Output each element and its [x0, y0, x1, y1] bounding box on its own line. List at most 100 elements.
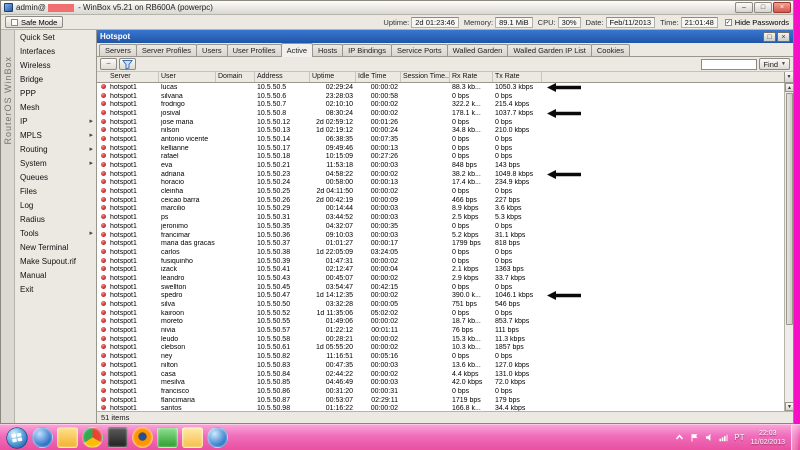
browser-icon[interactable]: [82, 427, 103, 448]
tab-ip-bindings[interactable]: IP Bindings: [342, 44, 392, 56]
table-row[interactable]: hotspot1 carlos 10.5.50.38 1d 22:05:09 03:24…: [97, 248, 784, 257]
vertical-scrollbar[interactable]: ▲ ▼: [784, 83, 794, 411]
messenger-icon[interactable]: [157, 427, 178, 448]
find-dropdown[interactable]: Find ▼: [759, 58, 790, 70]
table-row[interactable]: hotspot1 moreto 10.5.50.55 01:49:06 00:00:02…: [97, 318, 784, 327]
table-row[interactable]: hotspot1 jeronimo 10.5.50.35 04:32:07 00:00:…: [97, 222, 784, 231]
table-row[interactable]: hotspot1 casa 10.5.50.84 02:44:22 00:00:02 4.…: [97, 370, 784, 379]
remove-button[interactable]: −: [100, 58, 117, 70]
column-select-button[interactable]: ▼: [784, 72, 793, 82]
network-icon[interactable]: [719, 433, 729, 443]
sidebar-item-bridge[interactable]: Bridge: [15, 73, 96, 87]
table-row[interactable]: hotspot1 maria das gracas 10.5.50.37 01:01:…: [97, 239, 784, 248]
show-hidden-icons-arrow[interactable]: [674, 433, 684, 443]
console-icon[interactable]: [107, 427, 128, 448]
table-row[interactable]: hotspot1 leudo 10.5.50.58 00:28:21 00:00:02 1…: [97, 335, 784, 344]
table-row[interactable]: hotspot1 fusiquinho 10.5.50.39 01:47:31 00:0…: [97, 257, 784, 266]
table-row[interactable]: hotspot1 clebson 10.5.50.61 1d 05:55:20 00:0…: [97, 344, 784, 353]
table-row[interactable]: hotspot1 silva 10.5.50.50 03:32:28 00:00:05 7…: [97, 300, 784, 309]
column-header-user[interactable]: User: [159, 72, 216, 82]
sidebar-item-quick-set[interactable]: Quick Set: [15, 31, 96, 45]
maximize-button[interactable]: □: [754, 2, 772, 13]
sidebar-item-mpls[interactable]: MPLS ▸: [15, 129, 96, 143]
volume-icon[interactable]: [704, 433, 714, 443]
language-indicator[interactable]: PT: [734, 433, 744, 442]
action-center-icon[interactable]: [689, 433, 699, 443]
sidebar-item-mesh[interactable]: Mesh: [15, 101, 96, 115]
table-row[interactable]: hotspot1 frodrigo 10.5.50.7 02:10:10 00:00:0…: [97, 100, 784, 109]
safe-mode-checkbox[interactable]: [11, 18, 18, 26]
table-row[interactable]: hotspot1 francimar 10.5.50.36 09:10:03 00:00…: [97, 231, 784, 240]
sidebar-item-system[interactable]: System ▸: [15, 157, 96, 171]
table-row[interactable]: hotspot1 jose maria 10.5.50.12 2d 02:59:12 0…: [97, 118, 784, 127]
table-row[interactable]: hotspot1 nilton 10.5.50.83 00:47:35 00:00:03…: [97, 361, 784, 370]
sidebar-item-new-terminal[interactable]: New Terminal: [15, 241, 96, 255]
table-row[interactable]: hotspot1 nilson 10.5.50.13 1d 02:19:12 00:00…: [97, 126, 784, 135]
table-row[interactable]: hotspot1 mesilva 10.5.50.85 04:46:49 00:00:0…: [97, 378, 784, 387]
column-header-idle-time[interactable]: Idle Time: [356, 72, 401, 82]
table-row[interactable]: hotspot1 eva 10.5.50.21 11:53:18 00:00:03 848…: [97, 161, 784, 170]
sidebar-item-make-supout-rif[interactable]: Make Supout.rif: [15, 255, 96, 269]
documents-folder-icon[interactable]: [182, 427, 203, 448]
tab-service-ports[interactable]: Service Ports: [390, 44, 448, 56]
table-row[interactable]: hotspot1 silvana 10.5.50.6 23:28:03 00:00:58…: [97, 92, 784, 101]
close-button[interactable]: ×: [773, 2, 791, 13]
table-row[interactable]: hotspot1 francisco 10.5.50.86 00:31:20 00:00…: [97, 387, 784, 396]
column-header-domain[interactable]: Domain: [216, 72, 255, 82]
firefox-icon[interactable]: [132, 427, 153, 448]
table-row[interactable]: hotspot1 spedro 10.5.50.47 1d 14:12:35 00:00…: [97, 291, 784, 301]
folder-icon[interactable]: [57, 427, 78, 448]
tab-walled-garden[interactable]: Walled Garden: [446, 44, 509, 56]
tab-cookies[interactable]: Cookies: [590, 44, 630, 56]
column-header-session-time[interactable]: Session Time...: [401, 72, 450, 82]
sidebar-item-queues[interactable]: Queues: [15, 171, 96, 185]
hide-passwords-checkbox[interactable]: ✓: [724, 18, 732, 26]
scroll-up-arrow[interactable]: ▲: [785, 83, 794, 92]
table-row[interactable]: hotspot1 rafael 10.5.50.18 10:15:09 00:27:26…: [97, 153, 784, 162]
window-titlebar[interactable]: admin@ - WinBox v5.21 on RB600A (powerpc…: [1, 1, 793, 15]
minimize-button[interactable]: –: [735, 2, 753, 13]
table-row[interactable]: hotspot1 izack 10.5.50.41 02:12:47 00:00:04 2…: [97, 265, 784, 274]
table-row[interactable]: hotspot1 ps 10.5.50.31 03:44:52 00:00:03 2.5 …: [97, 213, 784, 222]
table-row[interactable]: hotspot1 ney 10.5.50.82 11:16:51 00:05:16 0 b…: [97, 352, 784, 361]
table-row[interactable]: hotspot1 swellton 10.5.50.45 03:54:47 00:42:…: [97, 283, 784, 292]
column-header-server[interactable]: Server: [97, 72, 159, 82]
sidebar-item-files[interactable]: Files: [15, 185, 96, 199]
column-header-uptime[interactable]: Uptime: [310, 72, 356, 82]
sidebar-item-log[interactable]: Log: [15, 199, 96, 213]
column-header-address[interactable]: Address: [255, 72, 310, 82]
sidebar-item-wireless[interactable]: Wireless: [15, 59, 96, 73]
table-row[interactable]: hotspot1 santos 10.5.50.98 01:16:22 00:00:02…: [97, 404, 784, 411]
table-row[interactable]: hotspot1 kairoon 10.5.50.52 1d 11:35:06 05:0…: [97, 309, 784, 318]
hide-passwords-toggle[interactable]: ✓ Hide Passwords: [724, 18, 789, 27]
table-row[interactable]: hotspot1 horacio 10.5.50.24 00:58:00 00:00:1…: [97, 179, 784, 188]
filter-button[interactable]: [119, 58, 136, 70]
show-desktop-button[interactable]: [791, 424, 798, 450]
table-row[interactable]: hotspot1 cleinha 10.5.50.25 2d 04:11:50 00:0…: [97, 187, 784, 196]
table-row[interactable]: hotspot1 antonio vicente 10.5.50.14 06:38:3…: [97, 135, 784, 144]
tab-walled-garden-ip-list[interactable]: Walled Garden IP List: [507, 44, 592, 56]
sidebar-item-tools[interactable]: Tools ▸: [15, 227, 96, 241]
skype-icon[interactable]: [207, 427, 228, 448]
table-row[interactable]: hotspot1 josival 10.5.50.8 08:30:24 00:00:02…: [97, 108, 784, 118]
find-input[interactable]: [701, 58, 758, 70]
table-row[interactable]: hotspot1 flancimaria 10.5.50.87 00:53:07 02:…: [97, 396, 784, 405]
hotspot-close-button[interactable]: ×: [777, 31, 790, 42]
table-row[interactable]: hotspot1 leandro 10.5.50.43 00:45:07 00:00:0…: [97, 274, 784, 283]
table-row[interactable]: hotspot1 ceicao barra 10.5.50.26 2d 00:42:1…: [97, 196, 784, 205]
sidebar-item-interfaces[interactable]: Interfaces: [15, 45, 96, 59]
tab-hosts[interactable]: Hosts: [312, 44, 344, 56]
sidebar-item-ip[interactable]: IP ▸: [15, 115, 96, 129]
taskbar-clock[interactable]: 22:03 11/02/2013: [750, 429, 785, 447]
safe-mode-button[interactable]: Safe Mode: [5, 16, 64, 28]
hotspot-restore-button[interactable]: □: [763, 31, 776, 42]
table-row[interactable]: hotspot1 lucas 10.5.50.5 02:29:24 00:00:02 88…: [97, 83, 784, 92]
tab-server-profiles[interactable]: Server Profiles: [135, 44, 198, 56]
sidebar-item-routing[interactable]: Routing ▸: [15, 143, 96, 157]
column-header-rx-rate[interactable]: Rx Rate: [450, 72, 493, 82]
scroll-down-arrow[interactable]: ▼: [785, 402, 794, 411]
sidebar-item-manual[interactable]: Manual: [15, 269, 96, 283]
sidebar-item-ppp[interactable]: PPP: [15, 87, 96, 101]
tab-active[interactable]: Active: [280, 43, 313, 57]
table-row[interactable]: hotspot1 marcilio 10.5.50.29 00:14:44 00:00:…: [97, 205, 784, 214]
